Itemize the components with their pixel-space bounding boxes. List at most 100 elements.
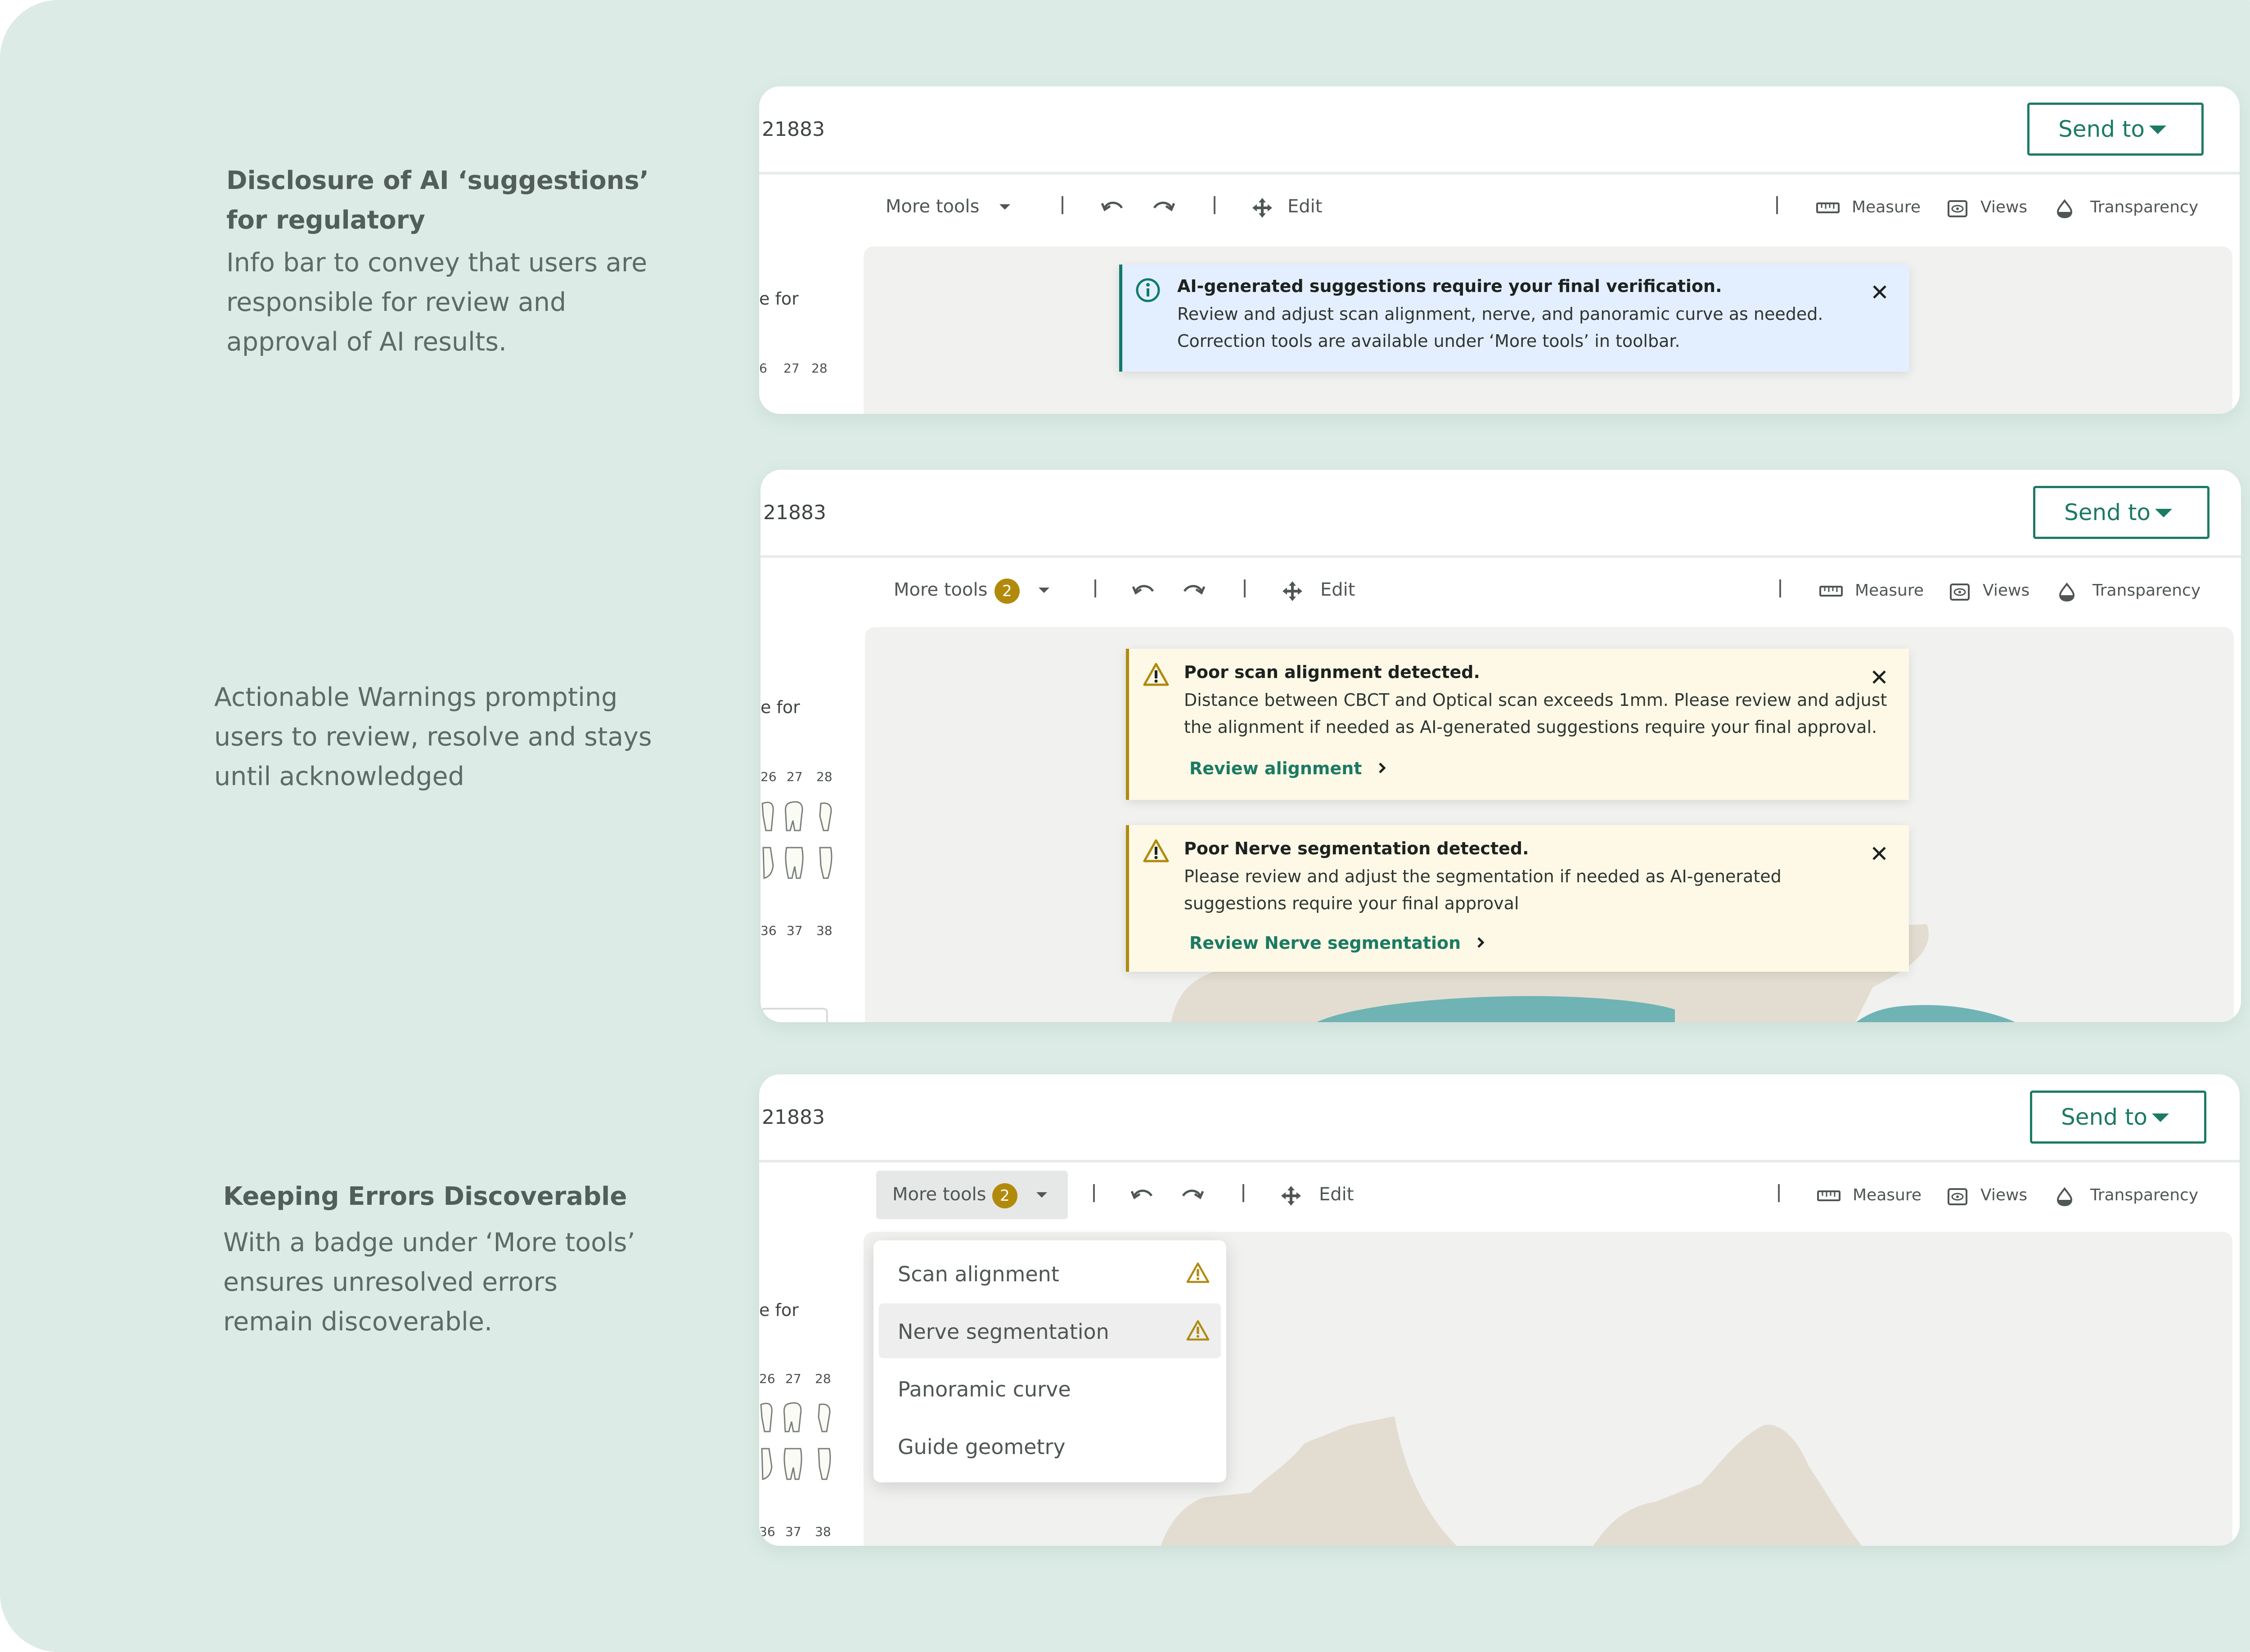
info-banner-text: Review and adjust scan alignment, nerve,… <box>1177 304 1823 324</box>
measure-button[interactable]: Measure <box>1852 198 1921 216</box>
app-header: 21883 Send to <box>759 86 2240 175</box>
views-button[interactable]: Views <box>1983 581 2030 600</box>
close-icon[interactable] <box>1869 282 1890 302</box>
sidebar-fragment-text: e for <box>760 697 800 717</box>
tooth-number: 37 <box>785 1524 801 1539</box>
tooth-number: 28 <box>816 769 832 784</box>
caption-body: Info bar to convey that users are <box>226 248 648 278</box>
toolbar: More tools Edit Measure Views Transparen… <box>759 190 2240 239</box>
redo-icon[interactable] <box>1151 198 1175 216</box>
tooth-number: 6 <box>759 361 767 376</box>
move-icon[interactable] <box>1251 196 1274 220</box>
close-icon[interactable] <box>1869 667 1890 687</box>
undo-icon[interactable] <box>1131 1186 1155 1204</box>
sidebar-fragment-text: e for <box>759 289 799 309</box>
toolbar-divider <box>1242 1184 1244 1202</box>
teeth-chart-icon[interactable] <box>759 1399 840 1489</box>
views-button[interactable]: Views <box>1980 1186 2027 1204</box>
tooth-number: 26 <box>759 1371 775 1386</box>
edit-button[interactable]: Edit <box>1320 579 1355 600</box>
tooth-number: 38 <box>815 1524 831 1539</box>
transparency-button[interactable]: Transparency <box>2090 1186 2198 1204</box>
caption-body: remain discoverable. <box>223 1307 493 1337</box>
caption-ai-disclosure: Disclosure of AI ‘suggestions’ for regul… <box>226 161 649 362</box>
measure-button[interactable]: Measure <box>1855 581 1924 600</box>
menu-item-panoramic-curve[interactable]: Panoramic curve <box>879 1361 1221 1416</box>
redo-icon[interactable] <box>1181 581 1205 599</box>
eye-icon[interactable] <box>1947 200 1968 218</box>
send-to-button[interactable]: Send to <box>2027 103 2204 156</box>
drop-icon[interactable] <box>2055 199 2074 219</box>
menu-item-nerve-segmentation[interactable]: Nerve segmentation <box>879 1303 1221 1358</box>
ruler-icon[interactable] <box>1817 1189 1841 1203</box>
drop-icon[interactable] <box>2055 1187 2074 1207</box>
send-to-button[interactable]: Send to <box>2030 1091 2206 1144</box>
more-tools-button[interactable]: More tools <box>892 1184 986 1205</box>
edit-button[interactable]: Edit <box>1319 1184 1354 1205</box>
error-count-badge: 2 <box>992 1183 1017 1208</box>
warning-text: suggestions require your final approval <box>1184 893 1519 913</box>
more-tools-menu: Scan alignment Nerve segmentation Panora… <box>873 1240 1226 1482</box>
eye-icon[interactable] <box>1949 583 1970 601</box>
measure-button[interactable]: Measure <box>1853 1186 1922 1204</box>
toolbar: More tools 2 Edit Measure Views Transpar… <box>759 1171 2240 1227</box>
more-tools-button[interactable]: More tools <box>886 196 979 217</box>
menu-item-label: Scan alignment <box>898 1262 1059 1286</box>
menu-item-scan-alignment[interactable]: Scan alignment <box>879 1246 1221 1301</box>
send-to-label: Send to <box>2058 116 2145 142</box>
tooth-number: 27 <box>785 1371 801 1386</box>
warning-title: Poor scan alignment detected. <box>1184 662 1480 682</box>
menu-item-guide-geometry[interactable]: Guide geometry <box>879 1419 1221 1473</box>
review-nerve-segmentation-link[interactable]: Review Nerve segmentation <box>1189 933 1485 953</box>
caption-title: Keeping Errors Discoverable <box>223 1182 627 1211</box>
info-banner-title: AI-generated suggestions require your fi… <box>1177 276 1722 296</box>
toolbar-divider <box>1062 196 1063 214</box>
move-icon[interactable] <box>1281 579 1304 603</box>
send-to-button[interactable]: Send to <box>2033 486 2210 539</box>
review-alignment-label: Review alignment <box>1189 759 1362 778</box>
caption-title: Disclosure of AI ‘suggestions’ <box>226 166 649 195</box>
review-alignment-link[interactable]: Review alignment <box>1189 759 1386 778</box>
tooth-number: 38 <box>816 923 832 938</box>
edit-button[interactable]: Edit <box>1287 196 1322 217</box>
eye-icon[interactable] <box>1947 1188 1968 1206</box>
more-tools-button[interactable]: More tools <box>894 579 987 600</box>
tooth-number: 37 <box>787 923 803 938</box>
redo-icon[interactable] <box>1179 1186 1204 1204</box>
teeth-chart-icon[interactable] <box>760 798 842 888</box>
chevron-down-icon <box>2149 126 2166 134</box>
toolbar-divider <box>1094 579 1096 597</box>
warning-text: Please review and adjust the segmentatio… <box>1184 866 1782 886</box>
caption-body: until acknowledged <box>214 762 464 791</box>
undo-icon[interactable] <box>1132 581 1156 599</box>
chevron-down-icon[interactable] <box>1036 1192 1047 1198</box>
app-panel-warnings: 21883 Send to More tools 2 Edit Measure … <box>760 470 2241 1022</box>
page-background: Disclosure of AI ‘suggestions’ for regul… <box>0 0 2250 1652</box>
chevron-down-icon[interactable] <box>999 204 1010 210</box>
menu-item-label: Panoramic curve <box>898 1377 1071 1401</box>
sidebar-collapse-button[interactable] <box>760 1008 828 1022</box>
transparency-button[interactable]: Transparency <box>2090 198 2198 216</box>
undo-icon[interactable] <box>1101 198 1125 216</box>
chevron-down-icon[interactable] <box>1039 588 1049 593</box>
3d-viewport[interactable]: Poor scan alignment detected. Distance b… <box>865 627 2234 1022</box>
menu-item-label: Nerve segmentation <box>898 1320 1109 1344</box>
left-sidebar: e for 6 27 28 <box>759 248 863 414</box>
ruler-icon[interactable] <box>1816 201 1840 215</box>
drop-icon[interactable] <box>2057 582 2076 602</box>
close-icon[interactable] <box>1869 843 1890 864</box>
3d-viewport[interactable]: AI-generated suggestions require your fi… <box>864 247 2232 414</box>
tooth-number: 28 <box>811 361 828 376</box>
ruler-icon[interactable] <box>1819 584 1843 598</box>
toolbar-divider <box>1093 1184 1095 1202</box>
warning-icon <box>1186 1320 1210 1341</box>
move-icon[interactable] <box>1279 1184 1303 1208</box>
views-button[interactable]: Views <box>1980 198 2027 216</box>
chevron-down-icon <box>2155 509 2172 517</box>
toolbar-divider <box>1778 1184 1780 1202</box>
transparency-button[interactable]: Transparency <box>2092 581 2200 600</box>
toolbar: More tools 2 Edit Measure Views Transpar… <box>760 573 2241 623</box>
warning-banner-scan-alignment: Poor scan alignment detected. Distance b… <box>1126 649 1909 800</box>
case-id: 21883 <box>762 1106 825 1129</box>
caption-errors-discoverable: Keeping Errors Discoverable With a badge… <box>223 1177 635 1342</box>
